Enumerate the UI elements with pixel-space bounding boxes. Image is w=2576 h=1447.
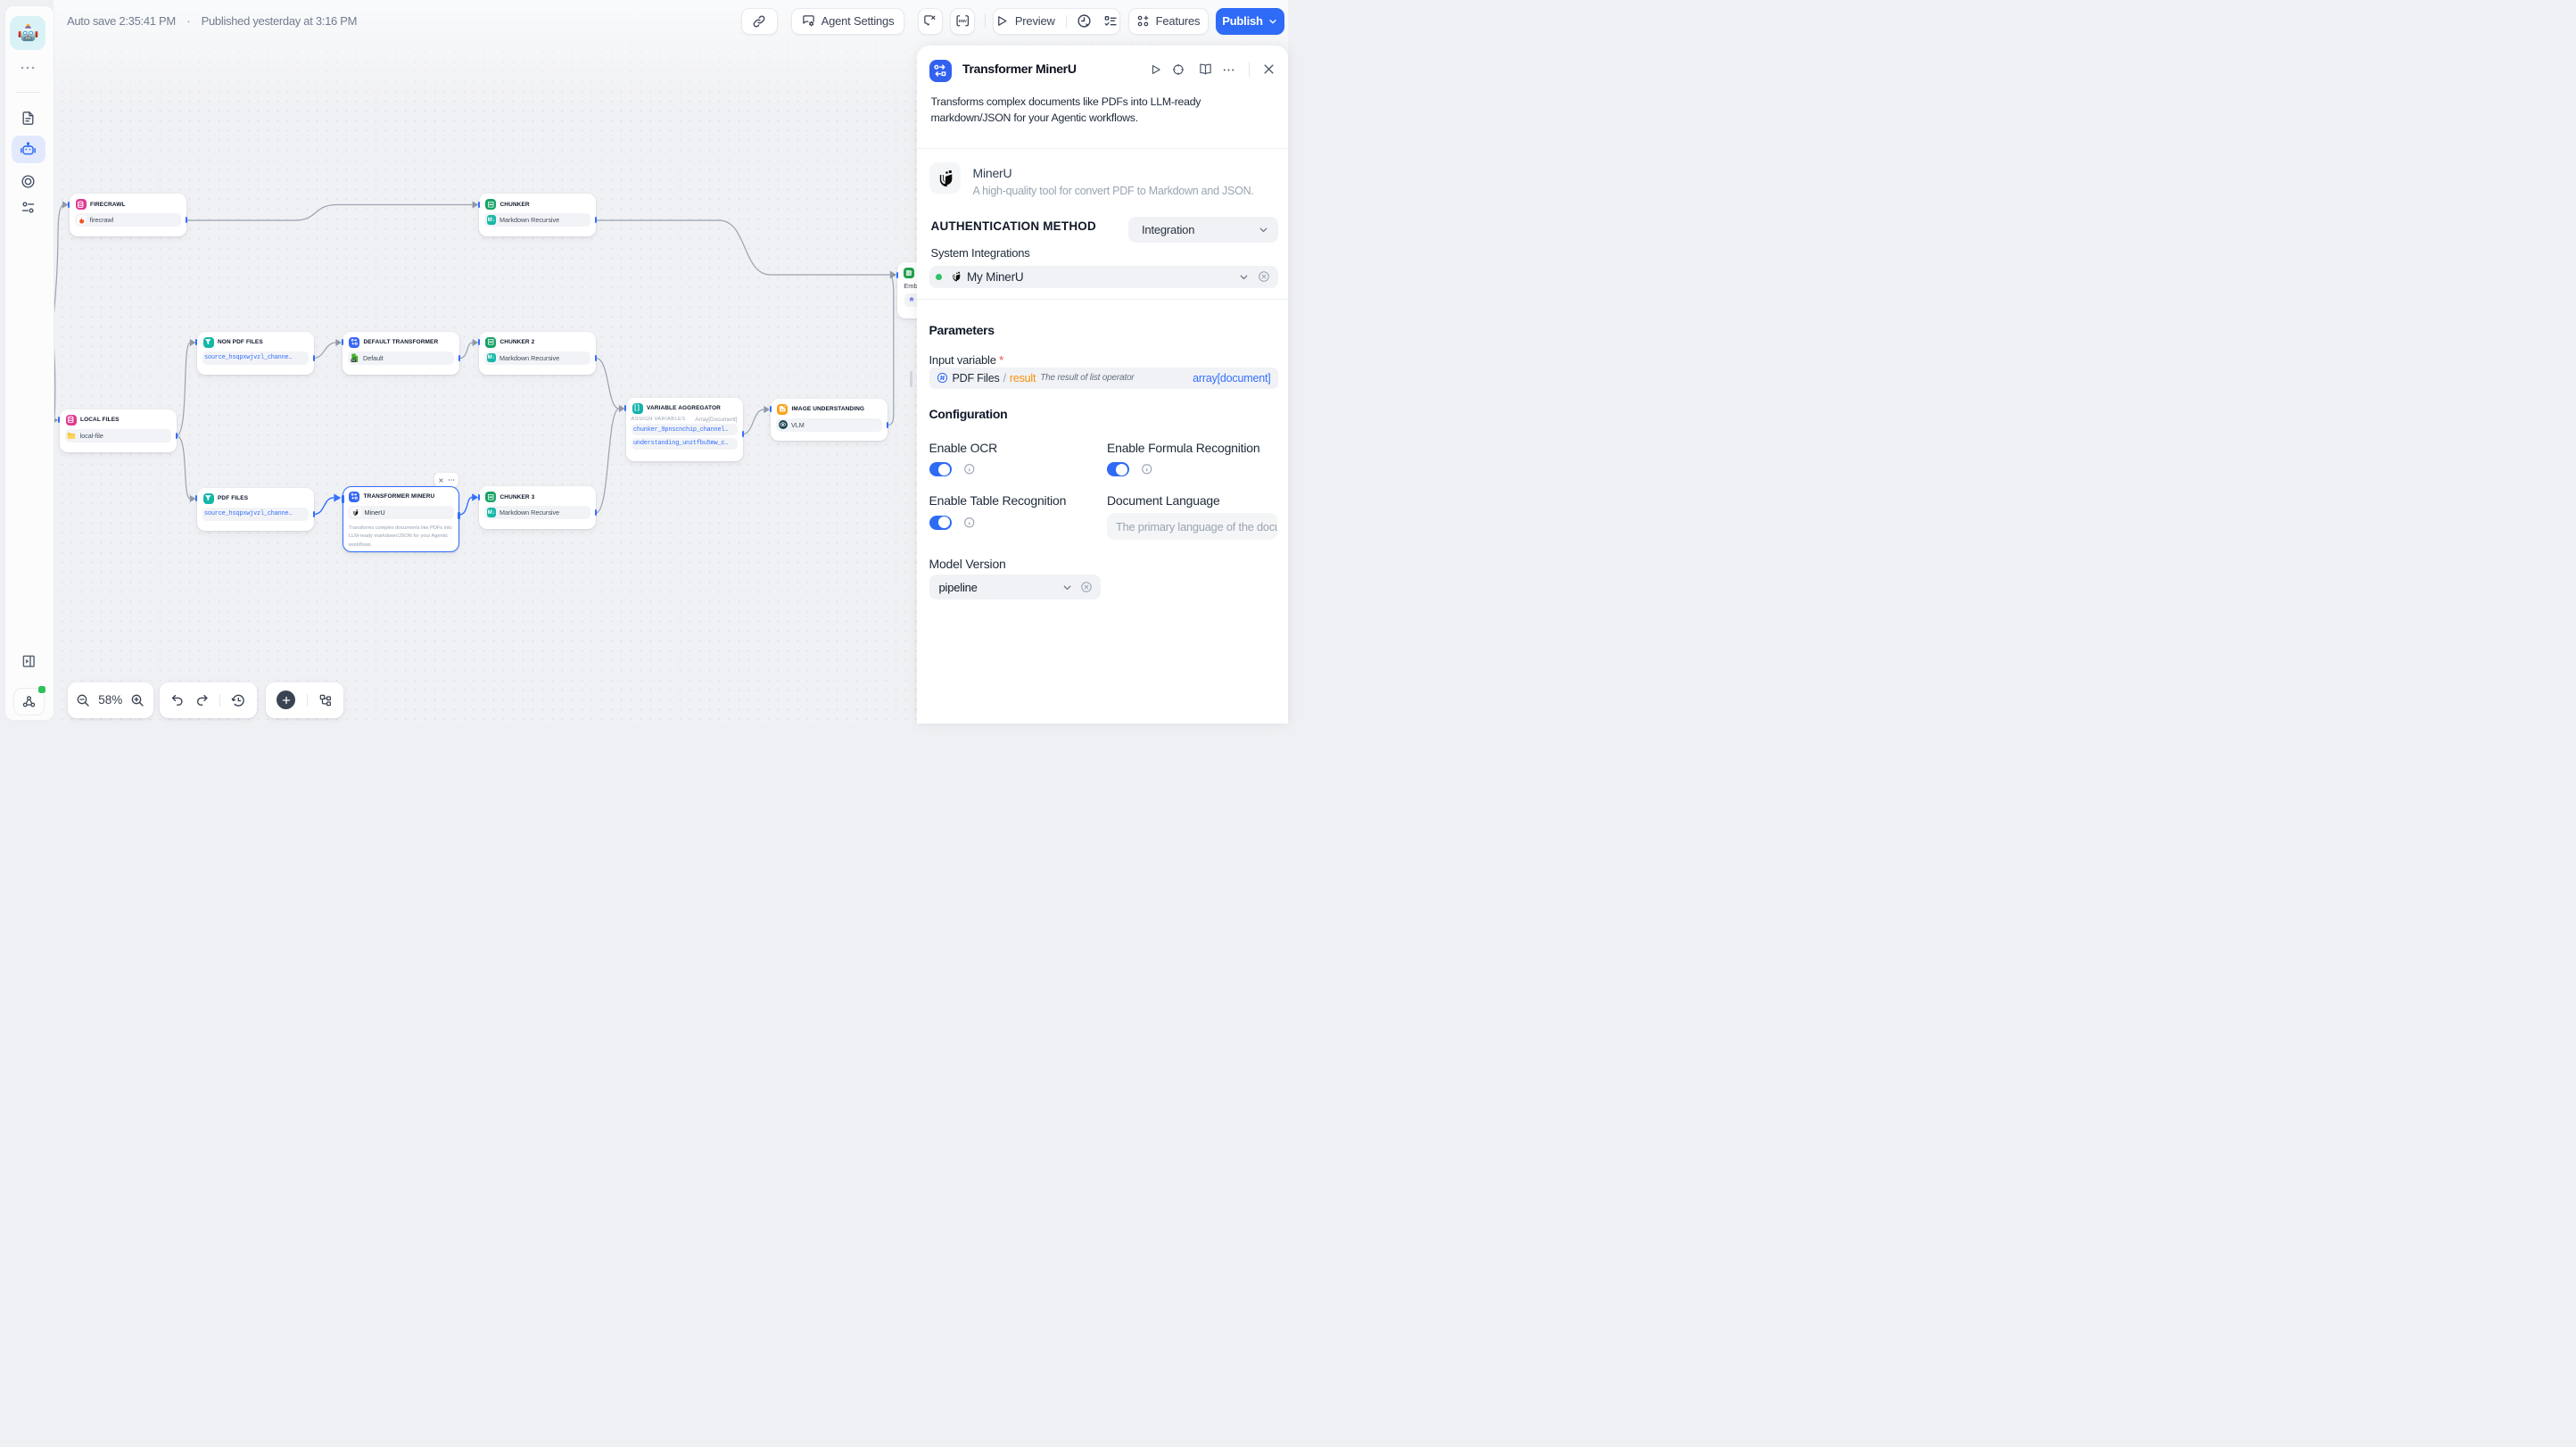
svg-text:ENV: ENV bbox=[959, 19, 968, 23]
svg-text:TXT: TXT bbox=[351, 360, 356, 362]
